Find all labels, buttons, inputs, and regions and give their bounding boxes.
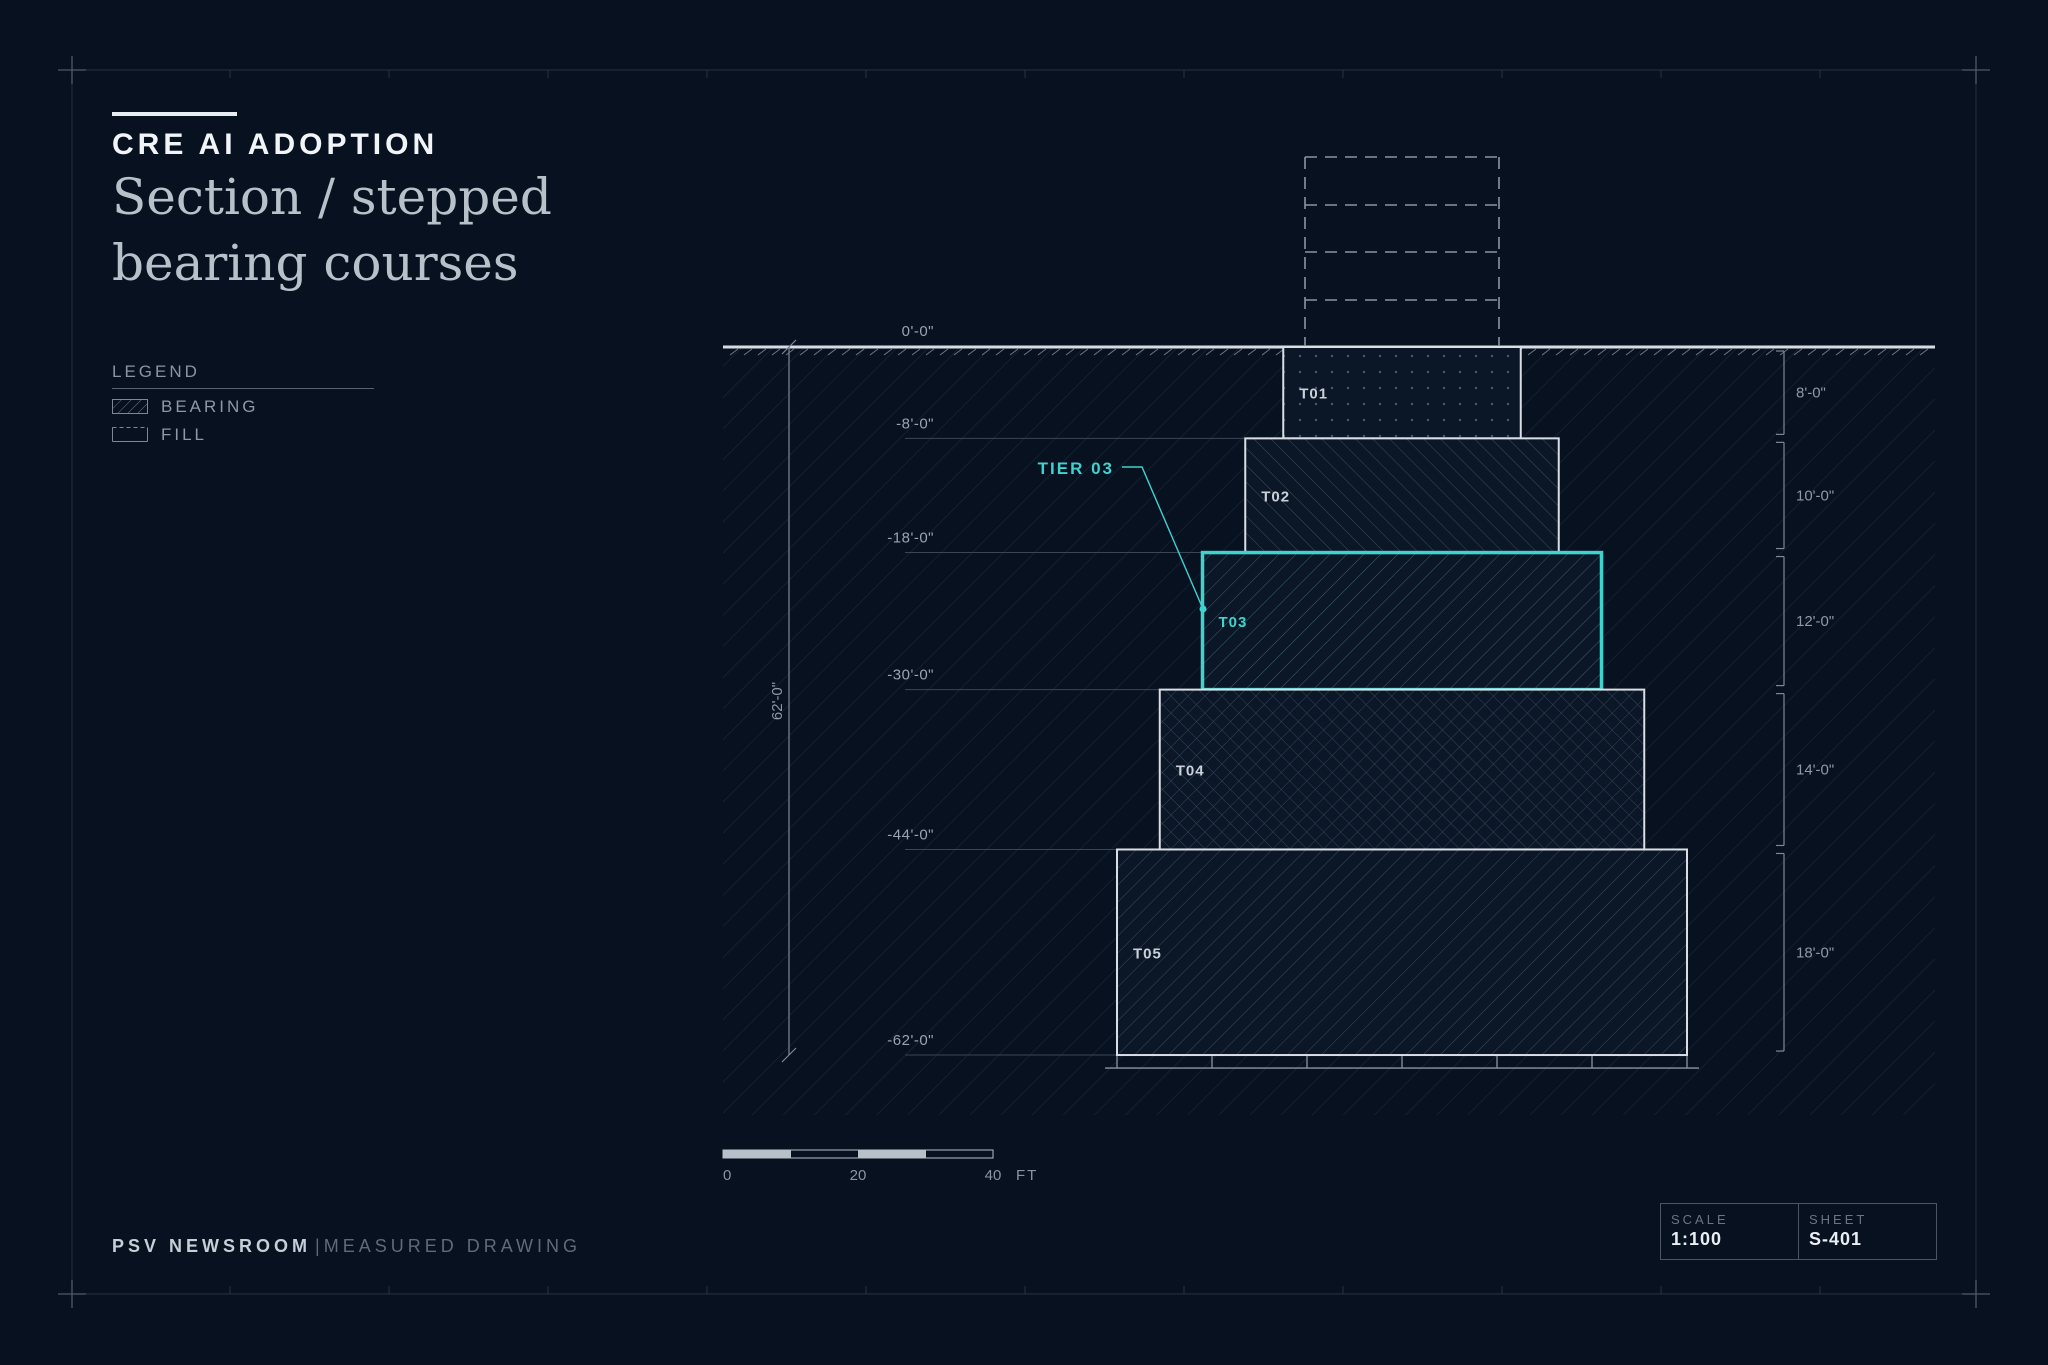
callout-anchor-dot	[1199, 605, 1207, 613]
thickness-label-t02: 10'-0"	[1796, 487, 1834, 504]
level-label-t03: -30'-0"	[887, 667, 934, 684]
legend-item-fill: FILL	[112, 417, 374, 445]
tier-t04-label: T04	[1176, 763, 1205, 780]
scale-cell: SCALE 1:100	[1661, 1204, 1799, 1259]
tier-t05-fill	[1117, 849, 1687, 1056]
total-depth-label: 62'-0"	[769, 682, 786, 720]
sheet-cell: SHEET S-401	[1799, 1204, 1936, 1259]
page-title: Section / stepped bearing courses	[112, 164, 672, 296]
thickness-label-t01: 8'-0"	[1796, 385, 1826, 402]
tier-t03-fill	[1202, 552, 1602, 690]
fill-swatch	[112, 427, 148, 442]
footer-subtitle: MEASURED DRAWING	[323, 1236, 582, 1256]
tier-t01-label: T01	[1299, 386, 1328, 403]
sheet-value: S-401	[1809, 1229, 1863, 1249]
tier-t02-fill	[1245, 438, 1559, 553]
scale-tick-40: 40	[985, 1167, 1002, 1184]
thickness-label-t04: 14'-0"	[1796, 762, 1834, 779]
tier-t03: T03	[1200, 550, 1604, 692]
level-label-t04: -44'-0"	[887, 826, 934, 843]
legend-label-bearing: BEARING	[161, 397, 259, 416]
scale-bar	[722, 1149, 994, 1159]
kicker-title: CRE AI ADOPTION	[112, 128, 439, 161]
page-title-line-2: bearing courses	[112, 234, 519, 292]
thickness-label-t05: 18'-0"	[1796, 944, 1834, 961]
scale-tick-20: 20	[850, 1167, 867, 1184]
scale-key: SCALE	[1671, 1212, 1729, 1227]
title-block: SCALE 1:100 SHEET S-401	[1660, 1203, 1937, 1260]
level-label-t02: -18'-0"	[887, 530, 934, 547]
scale-value: 1:100	[1671, 1229, 1723, 1249]
scale-unit: FT	[1016, 1167, 1038, 1184]
tier-t02: T02	[1244, 437, 1560, 554]
superstructure-outline	[1304, 156, 1500, 347]
legend-label-fill: FILL	[161, 425, 208, 444]
tier-t03-label: T03	[1219, 614, 1248, 631]
legend: LEGEND BEARING FILL	[112, 362, 374, 445]
thickness-label-t03: 12'-0"	[1796, 613, 1834, 630]
tier-t05: T05	[1116, 848, 1688, 1057]
tier-t01: T01	[1282, 346, 1522, 440]
footer-separator: |	[315, 1236, 320, 1256]
bearing-swatch	[112, 399, 148, 414]
footer: PSV NEWSROOM | MEASURED DRAWING	[112, 1236, 581, 1257]
tier-t05-label: T05	[1133, 945, 1162, 962]
tier-t02-label: T02	[1261, 488, 1290, 505]
level-label-t01: -8'-0"	[896, 415, 934, 432]
callout-label: TIER 03	[1038, 459, 1114, 478]
scale-tick-0: 0	[723, 1167, 731, 1184]
page-title-line-1: Section / stepped	[112, 168, 552, 226]
legend-title: LEGEND	[112, 362, 374, 389]
level-label-t05: -62'-0"	[887, 1032, 934, 1049]
tier-t04-fill	[1159, 689, 1645, 850]
footer-brand: PSV NEWSROOM	[112, 1236, 312, 1256]
header-accent-bar	[112, 112, 237, 116]
grade-level-label: 0'-0"	[902, 323, 934, 340]
tier-t04: T04	[1158, 688, 1646, 851]
legend-item-bearing: BEARING	[112, 389, 374, 417]
sheet-key: SHEET	[1809, 1212, 1868, 1227]
